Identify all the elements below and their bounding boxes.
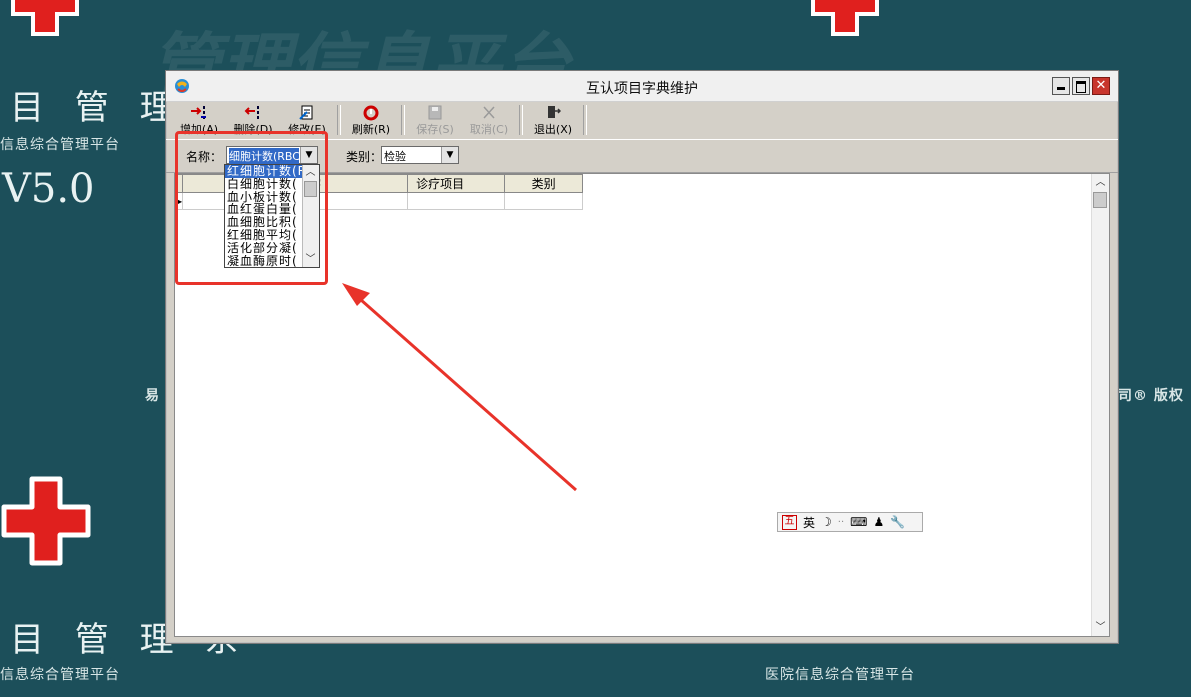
annotation-arrow-icon (342, 283, 577, 492)
